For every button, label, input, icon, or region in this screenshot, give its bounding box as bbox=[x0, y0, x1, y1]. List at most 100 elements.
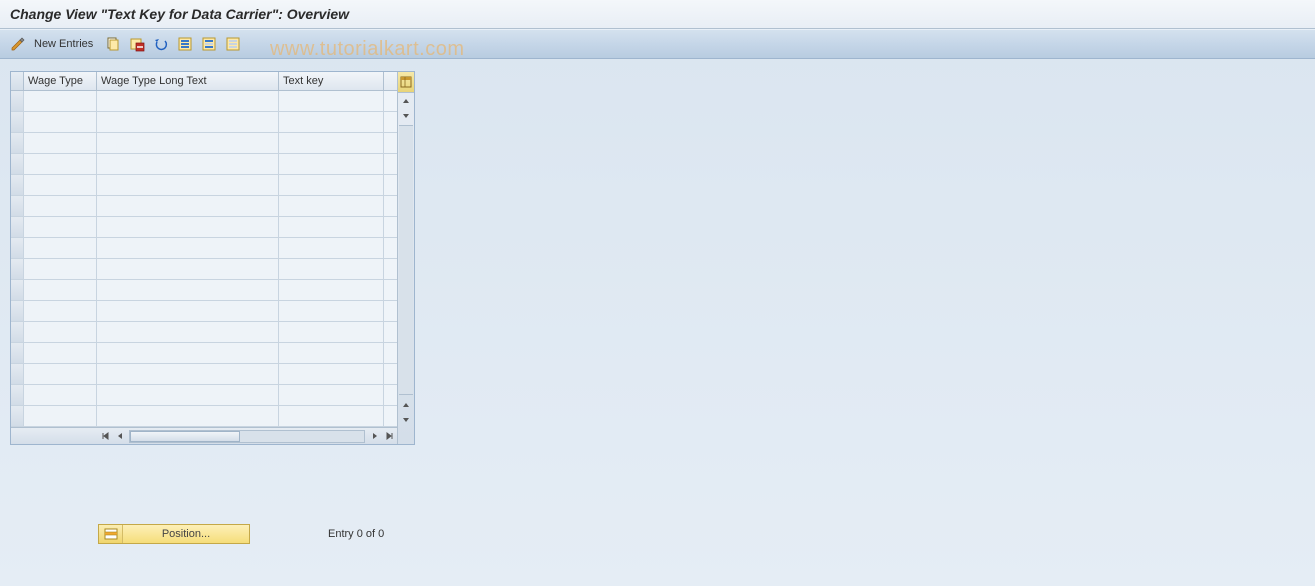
deselect-all-button[interactable] bbox=[223, 34, 243, 54]
cell-wage-type[interactable] bbox=[24, 406, 97, 426]
scroll-down-page-button[interactable] bbox=[398, 412, 414, 427]
undo-change-button[interactable] bbox=[151, 34, 171, 54]
cell-wage-type[interactable] bbox=[24, 385, 97, 405]
column-header-wage-type[interactable]: Wage Type bbox=[24, 72, 97, 90]
cell-wage-type-long-text[interactable] bbox=[97, 385, 279, 405]
cell-wage-type-long-text[interactable] bbox=[97, 175, 279, 195]
cell-text-key[interactable] bbox=[279, 322, 384, 342]
delete-button[interactable] bbox=[127, 34, 147, 54]
cell-text-key[interactable] bbox=[279, 301, 384, 321]
position-button-label: Position... bbox=[123, 528, 249, 540]
cell-text-key[interactable] bbox=[279, 238, 384, 258]
cell-wage-type[interactable] bbox=[24, 343, 97, 363]
cell-wage-type[interactable] bbox=[24, 133, 97, 153]
table-row bbox=[11, 91, 397, 112]
cell-wage-type-long-text[interactable] bbox=[97, 91, 279, 111]
cell-wage-type[interactable] bbox=[24, 259, 97, 279]
cell-wage-type-long-text[interactable] bbox=[97, 343, 279, 363]
row-selector[interactable] bbox=[11, 91, 24, 111]
scroll-first-column-button[interactable] bbox=[97, 429, 112, 444]
select-all-rows-header[interactable] bbox=[11, 72, 24, 90]
cell-text-key[interactable] bbox=[279, 259, 384, 279]
copy-as-button[interactable] bbox=[103, 34, 123, 54]
cell-wage-type[interactable] bbox=[24, 154, 97, 174]
cell-wage-type-long-text[interactable] bbox=[97, 406, 279, 426]
cell-wage-type-long-text[interactable] bbox=[97, 280, 279, 300]
cell-wage-type[interactable] bbox=[24, 112, 97, 132]
row-selector[interactable] bbox=[11, 196, 24, 216]
scroll-down-button[interactable] bbox=[398, 108, 414, 123]
row-selector[interactable] bbox=[11, 406, 24, 426]
cell-wage-type[interactable] bbox=[24, 322, 97, 342]
cell-text-key[interactable] bbox=[279, 175, 384, 195]
cell-wage-type[interactable] bbox=[24, 280, 97, 300]
scroll-up-page-button[interactable] bbox=[398, 397, 414, 412]
column-header-wage-type-long-text[interactable]: Wage Type Long Text bbox=[97, 72, 279, 90]
cell-text-key[interactable] bbox=[279, 343, 384, 363]
cell-text-key[interactable] bbox=[279, 280, 384, 300]
cell-wage-type[interactable] bbox=[24, 175, 97, 195]
column-header-text-key[interactable]: Text key bbox=[279, 72, 384, 90]
cell-text-key[interactable] bbox=[279, 406, 384, 426]
row-selector[interactable] bbox=[11, 154, 24, 174]
cell-wage-type[interactable] bbox=[24, 301, 97, 321]
cell-text-key[interactable] bbox=[279, 196, 384, 216]
row-selector[interactable] bbox=[11, 280, 24, 300]
cell-wage-type-long-text[interactable] bbox=[97, 154, 279, 174]
cell-wage-type-long-text[interactable] bbox=[97, 112, 279, 132]
row-selector[interactable] bbox=[11, 238, 24, 258]
cell-wage-type-long-text[interactable] bbox=[97, 301, 279, 321]
cell-text-key[interactable] bbox=[279, 385, 384, 405]
cell-wage-type-long-text[interactable] bbox=[97, 217, 279, 237]
row-selector[interactable] bbox=[11, 217, 24, 237]
cell-wage-type-long-text[interactable] bbox=[97, 259, 279, 279]
horizontal-scroll-track[interactable] bbox=[129, 430, 365, 443]
row-selector[interactable] bbox=[11, 322, 24, 342]
deselect-all-icon bbox=[225, 36, 241, 52]
cell-wage-type[interactable] bbox=[24, 238, 97, 258]
row-selector[interactable] bbox=[11, 301, 24, 321]
vertical-scroll-track[interactable] bbox=[399, 125, 413, 395]
cell-wage-type-long-text[interactable] bbox=[97, 133, 279, 153]
page-title: Change View "Text Key for Data Carrier":… bbox=[0, 0, 1315, 29]
select-block-button[interactable] bbox=[199, 34, 219, 54]
scroll-right-button[interactable] bbox=[367, 429, 382, 444]
cell-wage-type[interactable] bbox=[24, 196, 97, 216]
row-selector[interactable] bbox=[11, 133, 24, 153]
vertical-scrollbar bbox=[397, 72, 414, 444]
row-selector[interactable] bbox=[11, 259, 24, 279]
position-button[interactable]: Position... bbox=[98, 524, 250, 544]
cell-text-key[interactable] bbox=[279, 112, 384, 132]
cell-wage-type[interactable] bbox=[24, 364, 97, 384]
cell-wage-type-long-text[interactable] bbox=[97, 196, 279, 216]
table-row bbox=[11, 133, 397, 154]
row-selector[interactable] bbox=[11, 343, 24, 363]
horizontal-scroll-thumb[interactable] bbox=[130, 431, 240, 442]
scroll-last-column-button[interactable] bbox=[382, 429, 397, 444]
select-all-icon bbox=[177, 36, 193, 52]
cell-wage-type-long-text[interactable] bbox=[97, 238, 279, 258]
table-configure-button[interactable] bbox=[398, 72, 414, 93]
row-selector[interactable] bbox=[11, 112, 24, 132]
row-selector[interactable] bbox=[11, 175, 24, 195]
new-entries-button[interactable]: New Entries bbox=[32, 38, 99, 50]
table-row bbox=[11, 385, 397, 406]
cell-wage-type-long-text[interactable] bbox=[97, 322, 279, 342]
triangle-down-icon bbox=[402, 112, 410, 120]
cell-text-key[interactable] bbox=[279, 364, 384, 384]
cell-text-key[interactable] bbox=[279, 154, 384, 174]
table-row bbox=[11, 238, 397, 259]
cell-wage-type[interactable] bbox=[24, 217, 97, 237]
cell-wage-type[interactable] bbox=[24, 91, 97, 111]
scroll-up-button[interactable] bbox=[398, 93, 414, 108]
row-selector[interactable] bbox=[11, 385, 24, 405]
table-row bbox=[11, 343, 397, 364]
toggle-display-change-button[interactable] bbox=[8, 34, 28, 54]
select-all-button[interactable] bbox=[175, 34, 195, 54]
cell-text-key[interactable] bbox=[279, 91, 384, 111]
cell-text-key[interactable] bbox=[279, 217, 384, 237]
cell-wage-type-long-text[interactable] bbox=[97, 364, 279, 384]
scroll-left-button[interactable] bbox=[112, 429, 127, 444]
cell-text-key[interactable] bbox=[279, 133, 384, 153]
row-selector[interactable] bbox=[11, 364, 24, 384]
